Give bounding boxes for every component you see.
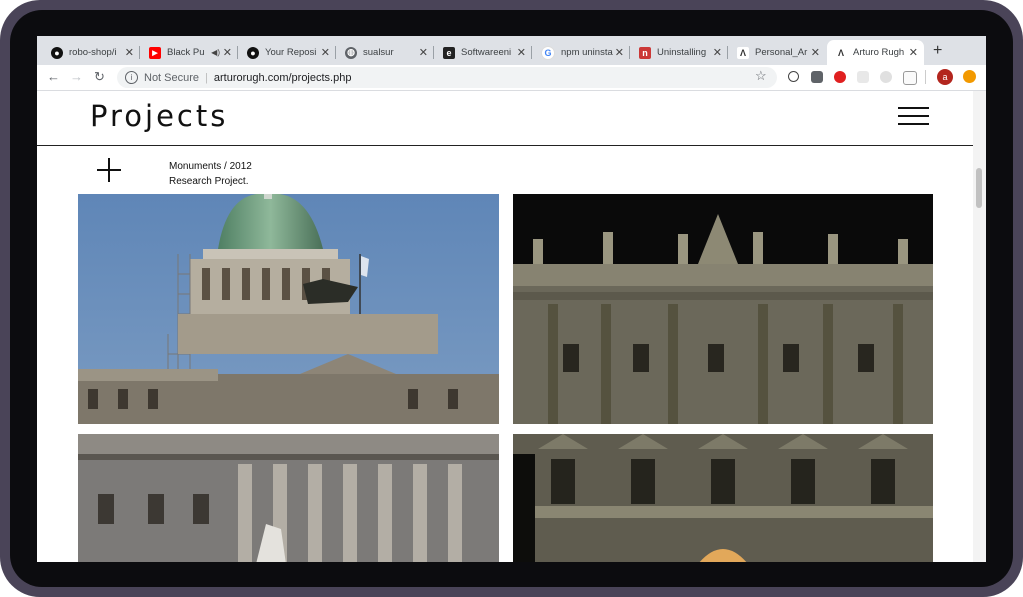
tab-separator [335, 46, 336, 59]
web-page: Projects Monuments / 2012 Research Proje… [37, 91, 973, 562]
security-status[interactable]: Not Secure [144, 72, 199, 84]
tab-arturo-rugh[interactable]: Ʌ Arturo Rugh ✕ [827, 40, 924, 65]
tab-separator [727, 46, 728, 59]
browser-toolbar: ← → ↻ i Not Secure | arturorugh.com/proj… [37, 65, 986, 91]
extension-orange-icon[interactable] [963, 70, 976, 83]
forward-icon[interactable]: → [70, 69, 83, 84]
project-photo-congress-facade[interactable] [78, 434, 499, 562]
tab-separator [139, 46, 140, 59]
tab-separator [237, 46, 238, 59]
page-scrollbar[interactable] [973, 91, 986, 562]
browser-window: ● robo-shop/i ✕ ▶ Black Pu ◀) ✕ ● Your R… [37, 36, 986, 562]
scrollbar-thumb[interactable] [976, 168, 982, 208]
elephant-icon: e [443, 46, 455, 59]
close-tab-icon[interactable]: ✕ [125, 46, 134, 59]
tab-your-repositories[interactable]: ● Your Reposi ✕ [239, 40, 336, 65]
tab-youtube[interactable]: ▶ Black Pu ◀) ✕ [141, 40, 238, 65]
back-icon[interactable]: ← [47, 69, 60, 84]
extension-sync-icon[interactable] [788, 71, 799, 82]
project-photo-palace-facade-night[interactable] [513, 434, 933, 562]
tab-separator [433, 46, 434, 59]
site-header: Projects [37, 91, 973, 146]
project-photo-royal-palace-night[interactable] [513, 194, 933, 424]
close-tab-icon[interactable]: ✕ [419, 46, 428, 59]
tab-sualsur[interactable]: ◍ sualsur ✕ [337, 40, 434, 65]
tab-bar: ● robo-shop/i ✕ ▶ Black Pu ◀) ✕ ● Your R… [37, 36, 986, 65]
tab-robo-shop[interactable]: ● robo-shop/i ✕ [43, 40, 140, 65]
reload-icon[interactable]: ↻ [94, 69, 105, 85]
project-description: Research Project. [169, 176, 249, 187]
extension-terminal-icon[interactable] [811, 71, 823, 83]
info-icon[interactable]: i [125, 71, 138, 84]
github-icon: ● [51, 46, 63, 59]
github-icon: ● [247, 46, 259, 59]
audio-playing-icon[interactable]: ◀) [211, 48, 220, 57]
extension-adblock-icon[interactable] [834, 71, 846, 83]
close-tab-icon[interactable]: ✕ [517, 46, 526, 59]
project-meta: Monuments / 2012 Research Project. [169, 159, 252, 189]
address-bar[interactable]: i Not Secure | arturorugh.com/projects.p… [117, 67, 777, 88]
tab-uninstalling[interactable]: n Uninstalling ✕ [631, 40, 728, 65]
bookmark-star-icon[interactable]: ☆ [755, 68, 767, 84]
youtube-icon: ▶ [149, 46, 161, 59]
tab-separator [531, 46, 532, 59]
project-name-year: Monuments / 2012 [169, 161, 252, 172]
tab-title: Black Pu [167, 47, 205, 58]
arturo-icon: Ʌ [835, 46, 847, 59]
address-divider: | [205, 71, 208, 84]
url-text[interactable]: arturorugh.com/projects.php [214, 72, 352, 84]
congress-dome-illustration [78, 194, 499, 424]
close-tab-icon[interactable]: ✕ [713, 46, 722, 59]
menu-icon[interactable] [898, 107, 929, 129]
close-tab-icon[interactable]: ✕ [321, 46, 330, 59]
royal-palace-night-illustration [513, 214, 933, 424]
project-photo-congress-dome[interactable] [78, 194, 499, 424]
globe-icon: ◍ [345, 46, 357, 59]
extension-blank-icon[interactable] [857, 71, 869, 83]
google-icon: G [541, 45, 555, 60]
new-tab-button[interactable]: + [933, 42, 942, 60]
profile-avatar[interactable]: a [937, 69, 953, 85]
close-tab-icon[interactable]: ✕ [223, 46, 232, 59]
npm-icon: n [639, 46, 651, 59]
tab-personal-ar[interactable]: Ʌ Personal_Ar ✕ [729, 40, 826, 65]
extension-text-icon[interactable] [903, 71, 917, 85]
close-tab-icon[interactable]: ✕ [811, 46, 820, 59]
arturo-icon: Ʌ [737, 46, 749, 59]
page-title: Projects [90, 99, 229, 133]
tab-softwareeni[interactable]: e Softwareeni ✕ [435, 40, 532, 65]
congress-facade-illustration [78, 434, 499, 562]
tab-separator [629, 46, 630, 59]
palace-facade-night-illustration [513, 434, 933, 562]
extension-gray-icon[interactable] [880, 71, 892, 83]
close-tab-icon[interactable]: ✕ [615, 46, 624, 59]
tab-npm-uninstall[interactable]: G npm uninsta ✕ [533, 40, 630, 65]
toolbar-divider [925, 70, 926, 84]
expand-plus-icon[interactable] [97, 158, 121, 182]
close-tab-icon[interactable]: ✕ [909, 46, 918, 59]
